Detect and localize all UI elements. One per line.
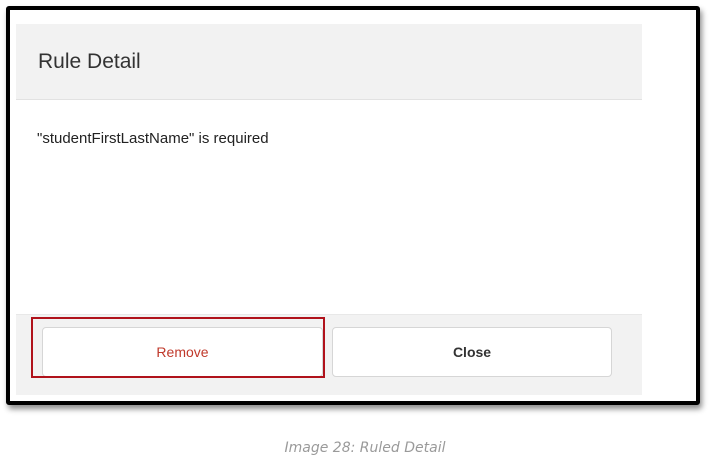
background-strip [642,10,696,401]
dialog-title: Rule Detail [38,49,141,73]
dialog-header: Rule Detail [16,24,642,100]
screenshot-frame: Rule Detail "studentFirstLastName" is re… [6,6,700,405]
rule-detail-dialog: Rule Detail "studentFirstLastName" is re… [16,24,643,395]
rule-message: "studentFirstLastName" is required [37,130,269,147]
dialog-body: "studentFirstLastName" is required [16,100,642,313]
remove-button[interactable]: Remove [42,327,323,377]
image-caption: Image 28: Ruled Detail [284,440,446,456]
dialog-footer: Remove Close [16,314,642,395]
close-button[interactable]: Close [332,327,612,377]
